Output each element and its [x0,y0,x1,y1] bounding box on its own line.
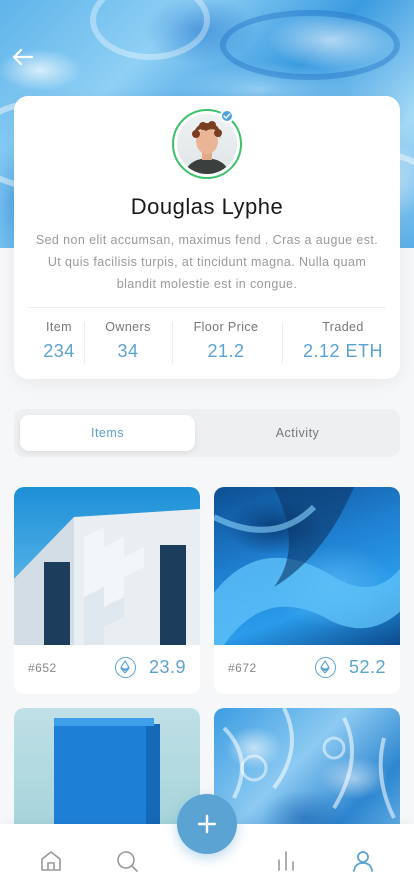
profile-bio: Sed non elit accumsan, maximus fend . Cr… [35,233,379,291]
search-icon[interactable] [114,848,140,874]
plus-icon [197,814,217,834]
ethereum-icon [115,657,136,678]
stat-label: Item [46,320,72,334]
nft-id: #672 [228,661,257,675]
arrow-left-icon [12,48,34,66]
segmented-tabs: Items Activity [14,409,400,457]
profile-card: Douglas Lyphe Sed non elit accumsan, max… [14,96,400,379]
stat-value: 34 [117,341,139,361]
divider [28,307,386,308]
stat-label: Owners [105,320,151,334]
profile-name: Douglas Lyphe [130,194,284,219]
stat-value: 21.2 [207,341,245,361]
stat-traded: Traded 2.12 ETH [288,320,398,362]
check-badge-icon [223,113,231,120]
nft-card[interactable]: #672 52.2 [214,487,400,694]
back-button[interactable] [10,44,36,70]
wave-illustration [214,487,400,645]
ethereum-icon [315,657,336,678]
stat-value: 234 [43,341,75,361]
nft-image [14,487,200,645]
nft-price: 23.9 [148,657,186,677]
stat-items: Item 234 [28,320,90,362]
add-button[interactable] [177,794,237,854]
stat-label: Traded [322,320,364,334]
building-illustration [14,509,200,645]
nft-price: 52.2 [348,657,386,677]
divider [172,322,173,364]
avatar-image [185,121,229,174]
profile-icon[interactable] [350,848,376,874]
divider [84,322,85,364]
stat-label: Floor Price [193,320,259,334]
stat-floor-price: Floor Price 21.2 [180,320,272,362]
stat-owners: Owners 34 [92,320,164,362]
nft-id: #652 [28,661,57,675]
home-icon[interactable] [38,848,64,874]
divider [282,322,283,364]
tab-activity[interactable]: Activity [210,415,385,451]
verified-badge [220,109,234,123]
nft-image [214,487,400,645]
tab-items[interactable]: Items [20,415,195,451]
stat-value: 2.12 ETH [302,341,384,361]
nft-card[interactable]: #652 23.9 [14,487,200,694]
chart-icon[interactable] [273,848,299,874]
